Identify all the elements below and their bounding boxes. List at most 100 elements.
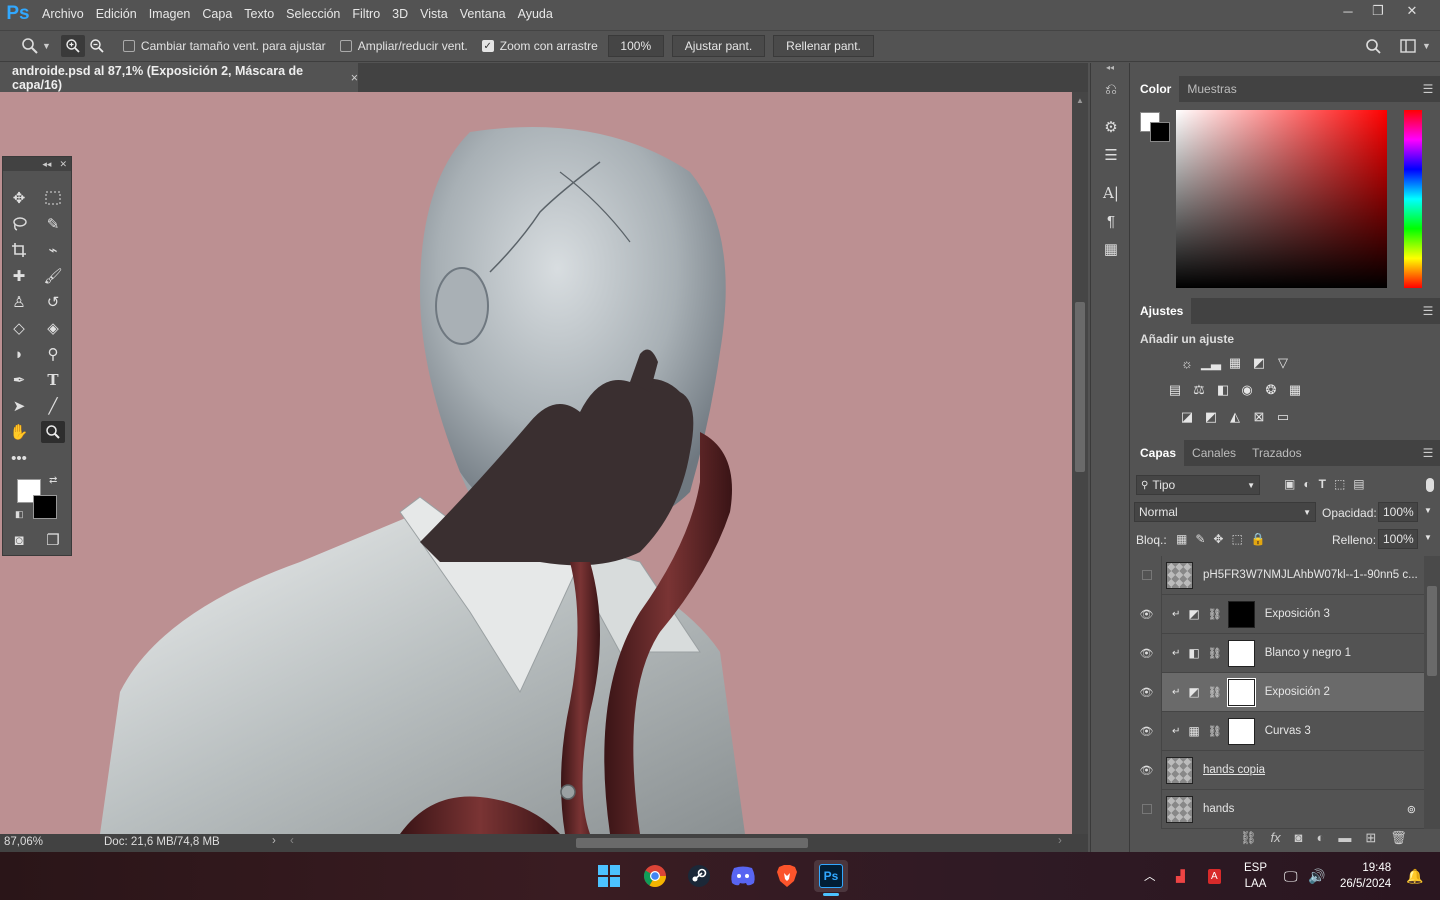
vertical-scrollbar[interactable]: ▲ <box>1072 92 1088 834</box>
filter-adjustment-icon[interactable]: ◐ <box>1303 477 1310 491</box>
close-button[interactable]: ✕ <box>1396 0 1428 22</box>
zoom-out-icon[interactable] <box>85 35 109 57</box>
glyphs-panel-icon[interactable]: ▦ <box>1091 235 1131 263</box>
menu-vista[interactable]: Vista <box>414 0 454 28</box>
resize-windows-checkbox[interactable]: Cambiar tamaño vent. para ajustar <box>122 39 326 53</box>
workspace-icon[interactable] <box>1396 35 1420 57</box>
blend-mode-select[interactable]: Normal ▼ <box>1134 502 1316 522</box>
zoom-level[interactable]: 87,06% <box>4 836 43 848</box>
lock-transparency-icon[interactable]: ▦ <box>1176 532 1187 546</box>
eyedropper-icon[interactable]: ⌁ <box>41 239 65 261</box>
eye-icon[interactable]: 👁 <box>1132 672 1162 712</box>
quick-mask-icon[interactable]: ◙ <box>7 529 31 551</box>
panel-menu-icon[interactable]: ☰ <box>1416 440 1440 466</box>
discord-icon[interactable] <box>726 860 760 892</box>
healing-brush-icon[interactable]: ✚ <box>7 265 31 287</box>
document-tab[interactable]: androide.psd al 87,1% (Exposición 2, Más… <box>0 63 358 92</box>
add-mask-icon[interactable]: ◙ <box>1295 830 1303 846</box>
layer-mask-thumbnail[interactable] <box>1227 717 1255 745</box>
eraser-tool-icon[interactable]: ◇ <box>7 317 31 339</box>
hand-tool-icon[interactable]: ✋ <box>7 421 31 443</box>
fit-screen-button[interactable]: Ajustar pant. <box>671 35 766 57</box>
layer-name[interactable]: Curvas 3 <box>1265 725 1311 737</box>
posterize-icon[interactable]: ◩ <box>1202 408 1220 426</box>
background-color-swatch[interactable] <box>33 495 57 519</box>
scroll-up-icon[interactable]: ▲ <box>1072 96 1088 105</box>
menu-archivo[interactable]: Archivo <box>36 0 90 28</box>
layer-row[interactable]: 👁 ↵ ◧ ⛓ Blanco y negro 1 <box>1132 633 1424 673</box>
gradient-map-icon[interactable]: ▭ <box>1274 408 1292 426</box>
swap-colors-icon[interactable]: ⇄ <box>49 475 57 486</box>
quick-selection-icon[interactable]: ✎ <box>41 213 65 235</box>
search-icon[interactable] <box>1361 35 1385 57</box>
blur-tool-icon[interactable]: ◗ <box>7 343 31 365</box>
lock-artboard-icon[interactable]: ⬚ <box>1231 532 1242 546</box>
stamp-tool-icon[interactable]: ♙ <box>7 291 31 313</box>
scroll-right-icon[interactable]: › <box>1058 835 1062 847</box>
notification-icon[interactable]: 🔔 <box>1406 852 1423 900</box>
screen-mode-icon[interactable]: ❐ <box>41 529 65 551</box>
filter-toggle[interactable] <box>1426 478 1434 492</box>
chevron-down-icon[interactable]: ▼ <box>1422 41 1431 51</box>
history-panel-icon[interactable]: ⎌ <box>1091 75 1131 103</box>
history-brush-icon[interactable]: ↺ <box>41 291 65 313</box>
clock[interactable]: 19:48 26/5/2024 <box>1340 852 1391 900</box>
scrubby-zoom-checkbox[interactable]: ✓ Zoom con arrastre <box>481 39 598 53</box>
visibility-toggle[interactable] <box>1132 555 1162 595</box>
toolbox-header[interactable]: ◂◂ ✕ <box>3 157 71 171</box>
chrome-icon[interactable] <box>638 860 672 892</box>
layer-row-selected[interactable]: 👁 ↵ ◩ ⛓ Exposición 2 <box>1132 672 1424 712</box>
crop-tool-icon[interactable] <box>7 239 31 261</box>
filter-pixel-icon[interactable]: ▣ <box>1284 477 1295 491</box>
scroll-thumb[interactable] <box>1075 302 1085 472</box>
filter-smart-icon[interactable]: ▤ <box>1353 477 1364 491</box>
hue-slider[interactable] <box>1404 110 1422 288</box>
zoom-percentage-field[interactable]: 100% <box>607 35 664 57</box>
black-white-icon[interactable]: ◧ <box>1214 381 1232 399</box>
link-icon[interactable]: ⛓ <box>1208 725 1222 738</box>
filter-type-icon[interactable]: T <box>1319 477 1326 491</box>
close-tab-icon[interactable]: × <box>351 71 358 85</box>
chevron-down-icon[interactable]: ▼ <box>1424 533 1432 542</box>
menu-seleccion[interactable]: Selección <box>280 0 346 28</box>
menu-filtro[interactable]: Filtro <box>346 0 386 28</box>
layer-name[interactable]: pH5FR3W7NMJLAhbW07kl--1--90nn5 c... <box>1203 569 1418 581</box>
properties-icon[interactable]: ☰ <box>1091 141 1131 169</box>
tab-adjustments[interactable]: Ajustes <box>1132 298 1192 324</box>
filter-shape-icon[interactable]: ⬚ <box>1334 477 1345 491</box>
chevron-down-icon[interactable]: ▼ <box>1424 506 1432 515</box>
menu-ayuda[interactable]: Ayuda <box>512 0 559 28</box>
steam-icon[interactable] <box>682 860 716 892</box>
menu-texto[interactable]: Texto <box>238 0 280 28</box>
tab-color[interactable]: Color <box>1132 76 1180 102</box>
curves-icon[interactable]: ▦ <box>1226 354 1244 372</box>
channel-mixer-icon[interactable]: ❂ <box>1262 381 1280 399</box>
marquee-tool-icon[interactable] <box>41 187 65 209</box>
minimize-button[interactable]: ─ <box>1332 0 1364 22</box>
opacity-field[interactable]: 100% <box>1378 502 1418 522</box>
link-icon[interactable]: ⛓ <box>1208 608 1222 621</box>
lock-pixels-icon[interactable]: ✎ <box>1195 532 1205 546</box>
checkbox-box[interactable] <box>339 40 352 52</box>
scroll-thumb[interactable] <box>1427 586 1437 676</box>
eye-icon[interactable]: 👁 <box>1132 633 1162 673</box>
visibility-toggle[interactable] <box>1132 789 1162 829</box>
language-indicator[interactable]: ESP LAA <box>1244 852 1267 900</box>
path-selection-icon[interactable]: ➤ <box>7 395 31 417</box>
eye-icon[interactable]: 👁 <box>1132 711 1162 751</box>
character-panel-icon[interactable]: A| <box>1091 179 1131 207</box>
tab-layers[interactable]: Capas <box>1132 440 1185 466</box>
vibrance-icon[interactable]: ▽ <box>1274 354 1292 372</box>
color-field[interactable] <box>1176 110 1387 288</box>
tab-paths[interactable]: Trazados <box>1244 440 1310 466</box>
close-icon[interactable]: ✕ <box>59 159 67 170</box>
paint-bucket-icon[interactable]: ◈ <box>41 317 65 339</box>
move-tool-icon[interactable]: ✥ <box>7 187 31 209</box>
zoom-tool-preset-icon[interactable] <box>18 35 42 57</box>
layers-scrollbar[interactable] <box>1424 556 1440 829</box>
layer-filter-select[interactable]: ⚲ Tipo ▼ <box>1136 475 1260 495</box>
panel-menu-icon[interactable]: ☰ <box>1416 298 1440 324</box>
acrobat-icon[interactable]: A <box>1208 852 1221 900</box>
layer-mask-thumbnail[interactable] <box>1227 639 1255 667</box>
brush-settings-icon[interactable]: ⚙ <box>1091 113 1131 141</box>
